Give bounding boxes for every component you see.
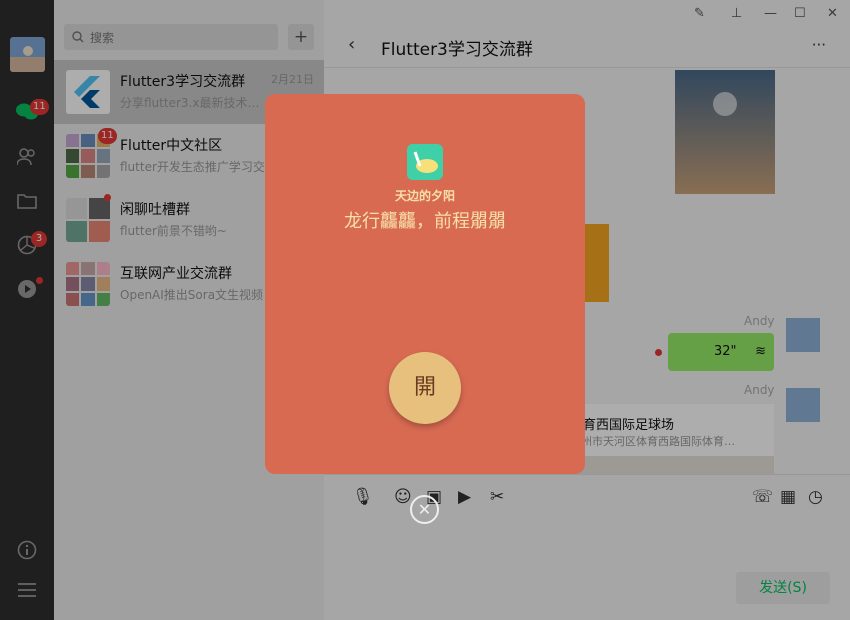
- packet-sender: 天边的夕阳: [394, 189, 455, 203]
- close-button[interactable]: ✕: [410, 495, 439, 524]
- red-packet: 天边的夕阳 龙行龘龘，前程朤朤 開: [265, 94, 585, 474]
- open-button[interactable]: 開: [389, 352, 461, 424]
- sender-logo: [407, 144, 443, 180]
- packet-wish: 龙行龘龘，前程朤朤: [344, 211, 506, 232]
